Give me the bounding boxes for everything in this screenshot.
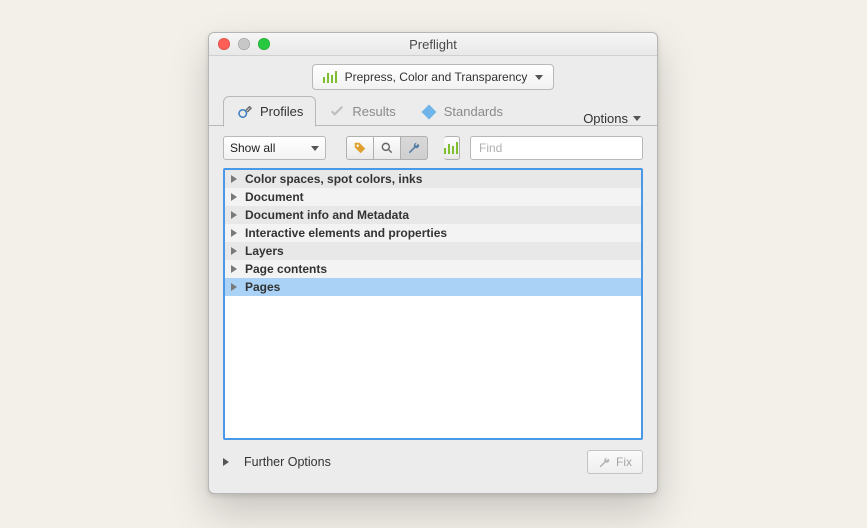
group-label: Color spaces, spot colors, inks: [245, 172, 422, 186]
group-label: Document: [245, 190, 304, 204]
window-title: Preflight: [209, 37, 657, 52]
window-controls: [218, 38, 270, 50]
chevron-down-icon: [535, 75, 543, 80]
list-item[interactable]: Layers: [225, 242, 641, 260]
fix-button-label: Fix: [616, 455, 632, 469]
fix-button[interactable]: Fix: [587, 450, 643, 474]
group-mode-button[interactable]: [444, 136, 460, 160]
disclosure-triangle-icon: [231, 175, 237, 183]
chevron-down-icon: [633, 116, 641, 121]
category-label: Prepress, Color and Transparency: [345, 70, 528, 84]
disclosure-triangle-icon: [231, 265, 237, 273]
tab-standards[interactable]: Standards: [408, 97, 515, 126]
group-label: Pages: [245, 280, 280, 294]
show-filter-select[interactable]: Show all: [223, 136, 326, 160]
tab-standards-label: Standards: [444, 104, 503, 119]
list-item[interactable]: Color spaces, spot colors, inks: [225, 170, 641, 188]
view-mode-group: [346, 136, 428, 160]
footer: Further Options Fix: [209, 440, 657, 474]
bars-icon: [323, 71, 337, 83]
minimize-window-button[interactable]: [238, 38, 250, 50]
view-mode-fixups-button[interactable]: [401, 136, 428, 160]
tab-row: Profiles Results Standards Options: [209, 96, 657, 126]
category-bar: Prepress, Color and Transparency: [209, 56, 657, 96]
list-item[interactable]: Document: [225, 188, 641, 206]
group-label: Page contents: [245, 262, 327, 276]
wrench-icon: [407, 141, 421, 155]
chevron-down-icon: [311, 146, 319, 151]
search-input[interactable]: [470, 136, 643, 160]
disclosure-triangle-icon: [231, 283, 237, 291]
list-item[interactable]: Interactive elements and properties: [225, 224, 641, 242]
profile-group-list: Color spaces, spot colors, inks Document…: [223, 168, 643, 440]
further-options-toggle[interactable]: Further Options: [223, 455, 331, 469]
tab-results-label: Results: [352, 104, 395, 119]
disclosure-triangle-icon: [223, 458, 229, 466]
standards-icon: [420, 103, 438, 121]
group-label: Layers: [245, 244, 284, 258]
list-item[interactable]: Page contents: [225, 260, 641, 278]
category-dropdown[interactable]: Prepress, Color and Transparency: [312, 64, 555, 90]
wrench-icon: [598, 456, 611, 469]
tab-results[interactable]: Results: [316, 97, 407, 126]
bars-icon: [444, 142, 458, 154]
options-menu[interactable]: Options: [583, 111, 643, 126]
preflight-window: Preflight Prepress, Color and Transparen…: [208, 32, 658, 494]
disclosure-triangle-icon: [231, 211, 237, 219]
view-mode-profiles-button[interactable]: [346, 136, 374, 160]
tag-icon: [353, 141, 367, 155]
group-label: Interactive elements and properties: [245, 226, 447, 240]
tab-profiles[interactable]: Profiles: [223, 96, 316, 127]
list-item[interactable]: Document info and Metadata: [225, 206, 641, 224]
tab-profiles-label: Profiles: [260, 104, 303, 119]
disclosure-triangle-icon: [231, 193, 237, 201]
magnifier-icon: [380, 141, 394, 155]
options-label: Options: [583, 111, 628, 126]
titlebar: Preflight: [209, 33, 657, 56]
further-options-label: Further Options: [244, 455, 331, 469]
view-mode-checks-button[interactable]: [374, 136, 401, 160]
list-item-selected[interactable]: Pages: [225, 278, 641, 296]
show-filter-label: Show all: [230, 141, 275, 155]
group-label: Document info and Metadata: [245, 208, 409, 222]
close-window-button[interactable]: [218, 38, 230, 50]
profiles-icon: [236, 103, 254, 121]
zoom-window-button[interactable]: [258, 38, 270, 50]
disclosure-triangle-icon: [231, 247, 237, 255]
results-icon: [328, 103, 346, 121]
disclosure-triangle-icon: [231, 229, 237, 237]
filter-toolbar: Show all: [209, 126, 657, 168]
